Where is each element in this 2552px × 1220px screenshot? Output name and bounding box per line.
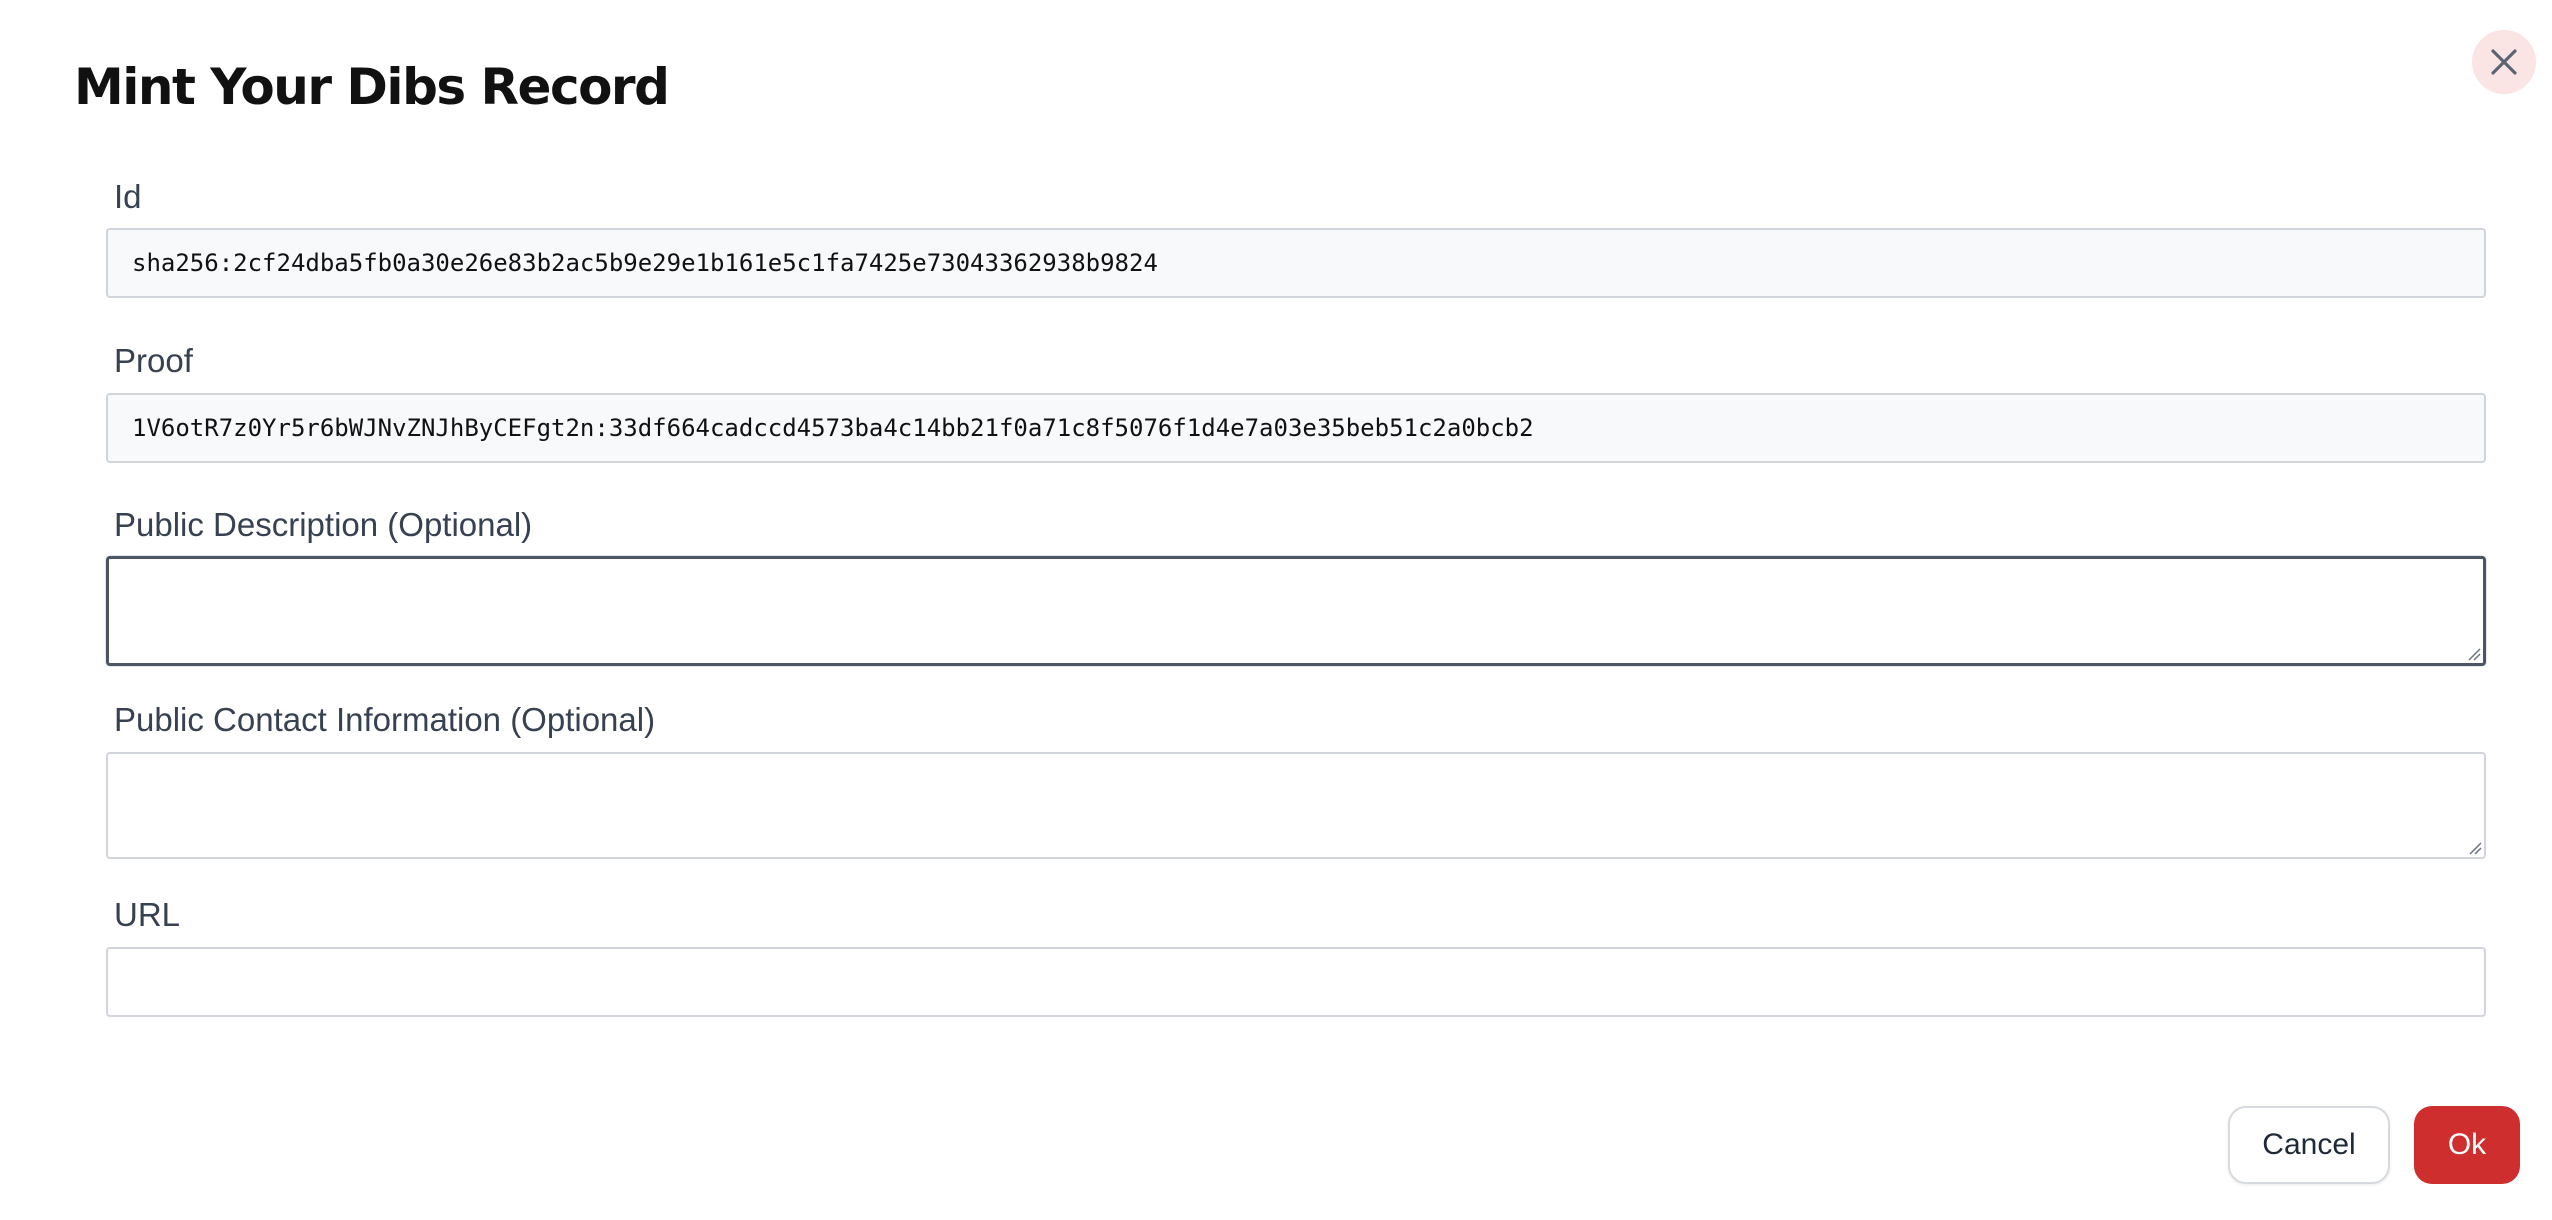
- resize-grip-icon[interactable]: [2465, 645, 2481, 661]
- dialog-title: Mint Your Dibs Record: [74, 58, 670, 116]
- cancel-button[interactable]: Cancel: [2228, 1106, 2390, 1184]
- description-textarea[interactable]: [106, 556, 2486, 666]
- ok-button[interactable]: Ok: [2414, 1106, 2520, 1184]
- url-input[interactable]: [106, 947, 2486, 1017]
- close-icon: [2491, 49, 2517, 75]
- id-label: Id: [114, 178, 142, 215]
- proof-field[interactable]: 1V6otR7z0Yr5r6bWJNvZNJhByCEFgt2n:33df664…: [106, 393, 2486, 463]
- id-value: sha256:2cf24dba5fb0a30e26e83b2ac5b9e29e1…: [132, 249, 1158, 277]
- close-button[interactable]: [2472, 30, 2536, 94]
- proof-value: 1V6otR7z0Yr5r6bWJNvZNJhByCEFgt2n:33df664…: [132, 414, 1534, 442]
- proof-label: Proof: [114, 342, 193, 379]
- mint-dialog: Mint Your Dibs Record Id sha256:2cf24dba…: [0, 0, 2552, 1220]
- description-label: Public Description (Optional): [114, 506, 533, 543]
- url-label: URL: [114, 896, 181, 933]
- id-field[interactable]: sha256:2cf24dba5fb0a30e26e83b2ac5b9e29e1…: [106, 228, 2486, 298]
- contact-textarea[interactable]: [106, 752, 2486, 859]
- contact-label: Public Contact Information (Optional): [114, 701, 656, 738]
- resize-grip-icon[interactable]: [2466, 839, 2482, 855]
